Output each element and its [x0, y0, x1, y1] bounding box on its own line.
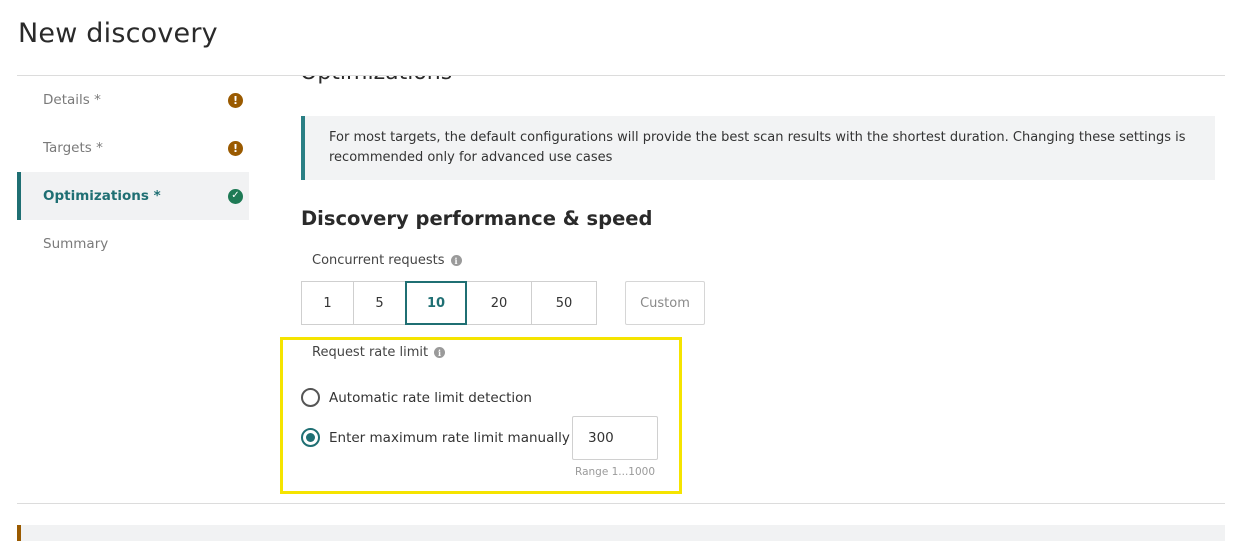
footer-divider — [17, 503, 1225, 504]
custom-concurrency-button[interactable]: Custom — [625, 281, 705, 325]
wizard-steps: Details * ! Targets * ! Optimizations * … — [17, 76, 249, 268]
auto-rate-limit-label: Automatic rate limit detection — [329, 389, 532, 406]
info-banner: For most targets, the default configurat… — [301, 116, 1215, 180]
concurrency-option-10[interactable]: 10 — [405, 281, 467, 325]
step-optimizations[interactable]: Optimizations * ✓ — [17, 172, 249, 220]
rate-limit-label-text: Request rate limit — [312, 345, 429, 360]
info-icon[interactable]: i — [450, 255, 462, 266]
concurrent-requests-label: Concurrent requests i — [312, 253, 462, 268]
step-details[interactable]: Details * ! — [17, 76, 249, 124]
footer-alert-accent — [17, 525, 21, 541]
auto-rate-limit-option[interactable]: Automatic rate limit detection — [301, 388, 532, 407]
step-targets[interactable]: Targets * ! — [17, 124, 249, 172]
concurrency-option-1[interactable]: 1 — [301, 281, 354, 325]
step-label: Optimizations * — [43, 188, 161, 204]
concurrency-option-50[interactable]: 50 — [531, 281, 597, 325]
concurrency-option-20[interactable]: 20 — [466, 281, 532, 325]
performance-heading: Discovery performance & speed — [301, 207, 653, 230]
footer-alert-bar — [17, 525, 1225, 541]
radio-checked-icon[interactable] — [301, 428, 320, 447]
radio-unchecked-icon[interactable] — [301, 388, 320, 407]
check-circle-icon: ✓ — [228, 188, 243, 204]
warning-icon: ! — [228, 92, 243, 108]
manual-rate-limit-option[interactable]: Enter maximum rate limit manually — [301, 428, 570, 447]
range-hint: Range 1...1000 — [575, 466, 656, 478]
rate-limit-input[interactable] — [572, 416, 658, 460]
step-summary[interactable]: Summary — [17, 220, 249, 268]
page-title: New discovery — [18, 18, 218, 49]
info-icon[interactable]: i — [434, 347, 446, 358]
manual-rate-limit-label: Enter maximum rate limit manually — [329, 429, 570, 446]
concurrent-requests-label-text: Concurrent requests — [312, 253, 445, 268]
step-label: Targets * — [43, 140, 103, 156]
warning-icon: ! — [228, 140, 243, 156]
rate-limit-label: Request rate limit i — [312, 345, 446, 360]
step-label: Summary — [43, 236, 109, 252]
step-label: Details * — [43, 92, 101, 108]
section-title: Optimizations — [300, 60, 453, 85]
info-banner-text: For most targets, the default configurat… — [329, 130, 1186, 165]
concurrent-requests-selector: 1 5 10 20 50 — [301, 281, 597, 325]
concurrency-option-5[interactable]: 5 — [353, 281, 406, 325]
